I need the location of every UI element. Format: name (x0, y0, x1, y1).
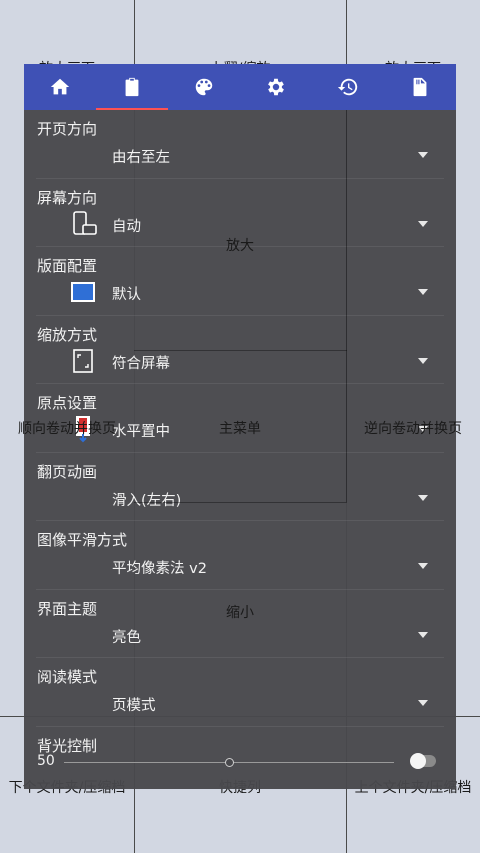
setting-title: 开页方向 (37, 120, 98, 138)
setting-layout[interactable]: 版面配置 默认 (36, 247, 444, 316)
setting-title: 版面配置 (37, 257, 98, 275)
history-icon (337, 78, 358, 96)
phone-rotate-icon (68, 209, 98, 239)
setting-value: 水平置中 (112, 424, 170, 440)
dropdown-arrow-icon[interactable] (418, 152, 428, 158)
toggle-knob (410, 752, 426, 769)
setting-theme[interactable]: 界面主题 亮色 (36, 590, 444, 658)
setting-page-direction[interactable]: 开页方向 由右至左 (36, 110, 444, 179)
setting-value: 亮色 (112, 629, 141, 646)
dropdown-arrow-icon[interactable] (418, 494, 428, 501)
tab-appearance[interactable] (168, 64, 240, 110)
setting-value: 默认 (112, 287, 141, 303)
file-icon (413, 77, 427, 97)
fit-screen-icon (68, 346, 98, 376)
dropdown-arrow-icon[interactable] (418, 357, 428, 364)
tab-home[interactable] (24, 64, 96, 110)
setting-title: 翻页动画 (37, 462, 98, 481)
clipboard-icon (125, 77, 139, 97)
setting-value: 页模式 (112, 698, 156, 714)
tab-page-settings[interactable] (96, 64, 168, 110)
zone-zoom-out-label: 缩小 (226, 605, 254, 621)
setting-page-animation[interactable]: 翻页动画 滑入(左右) (36, 453, 444, 521)
setting-zoom-mode[interactable]: 缩放方式 符合屏幕 (36, 316, 444, 384)
zone-prev-scroll-label: 顺向卷动并换页 (18, 421, 116, 437)
palette-icon (195, 78, 213, 96)
zone-main-menu-label: 主菜单 (219, 421, 261, 437)
setting-reading-mode[interactable]: 阅读模式 页模式 (36, 658, 444, 727)
tab-bar (24, 64, 456, 110)
dropdown-arrow-icon[interactable] (418, 700, 428, 706)
setting-title: 界面主题 (37, 599, 98, 618)
home-icon (50, 78, 70, 95)
backlight-value: 50 (37, 752, 55, 769)
setting-backlight: 背光控制 50 (36, 727, 444, 787)
single-page-icon (68, 277, 98, 307)
setting-value: 滑入(左右) (112, 492, 182, 509)
dropdown-arrow-icon[interactable] (418, 289, 428, 295)
setting-title: 阅读模式 (37, 668, 98, 686)
zone-next-scroll-label: 逆向卷动并换页 (364, 421, 462, 437)
dropdown-arrow-icon[interactable] (418, 631, 428, 638)
zone-zoom-in-label: 放大 (226, 238, 254, 254)
gear-icon (268, 78, 284, 96)
setting-title: 图像平滑方式 (37, 531, 128, 549)
setting-image-smoothing[interactable]: 图像平滑方式 平均像素法 v2 (36, 521, 444, 590)
setting-title: 原点设置 (37, 394, 98, 412)
setting-title: 缩放方式 (37, 325, 98, 344)
setting-value: 由右至左 (112, 150, 170, 166)
tab-history[interactable] (312, 64, 384, 110)
dropdown-arrow-icon[interactable] (418, 563, 428, 569)
setting-value: 平均像素法 v2 (112, 561, 207, 577)
dropdown-arrow-icon[interactable] (418, 220, 428, 227)
tab-settings[interactable] (240, 64, 312, 110)
setting-value: 符合屏幕 (112, 355, 170, 372)
setting-value: 自动 (112, 218, 141, 235)
backlight-slider-thumb[interactable] (225, 757, 234, 767)
setting-title: 屏幕方向 (37, 188, 98, 207)
backlight-toggle[interactable] (410, 752, 436, 769)
tab-file[interactable] (384, 64, 456, 110)
